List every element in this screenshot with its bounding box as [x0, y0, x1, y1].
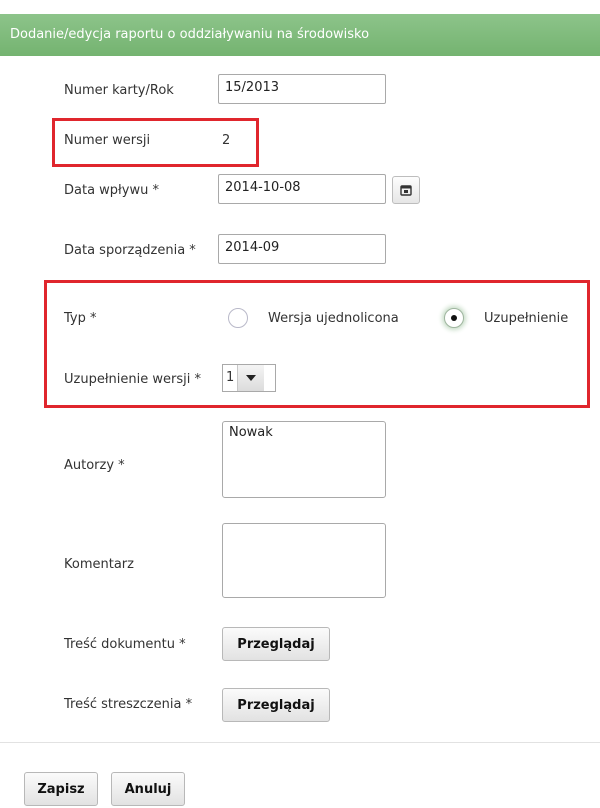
- radio-unified-version[interactable]: [228, 308, 248, 328]
- receipt-date-label: Data wpływu *: [64, 183, 159, 198]
- browse-summary-button[interactable]: Przeglądaj: [222, 688, 330, 722]
- dialog-title: Dodanie/edycja raportu o oddziaływaniu n…: [10, 27, 370, 42]
- cancel-button[interactable]: Anuluj: [111, 772, 185, 806]
- save-button[interactable]: Zapisz: [24, 772, 98, 806]
- radio-supplement[interactable]: [444, 308, 464, 328]
- receipt-date-input[interactable]: 2014-10-08: [218, 174, 386, 204]
- authors-label: Autorzy *: [64, 458, 125, 473]
- prepared-date-label: Data sporządzenia *: [64, 243, 196, 258]
- card-number-label: Numer karty/Rok: [64, 83, 174, 98]
- footer-divider: [0, 742, 600, 743]
- radio-unified-version-label[interactable]: Wersja ujednolicona: [268, 311, 399, 326]
- chevron-down-icon[interactable]: [237, 365, 265, 391]
- type-highlight-box: [44, 280, 590, 408]
- supplement-version-label: Uzupełnienie wersji *: [64, 372, 201, 387]
- radio-supplement-label[interactable]: Uzupełnienie: [484, 311, 568, 326]
- version-label: Numer wersji: [64, 133, 151, 148]
- summary-content-label: Treść streszczenia *: [64, 697, 193, 712]
- dialog-title-bar: Dodanie/edycja raportu o oddziaływaniu n…: [0, 14, 600, 56]
- comment-textarea[interactable]: [222, 523, 386, 598]
- type-label: Typ *: [64, 311, 97, 326]
- comment-label: Komentarz: [64, 557, 134, 572]
- calendar-icon: [400, 181, 412, 200]
- doc-content-label: Treść dokumentu *: [64, 637, 186, 652]
- supplement-version-select[interactable]: 1: [222, 364, 276, 392]
- browse-document-button[interactable]: Przeglądaj: [222, 627, 330, 661]
- supplement-version-value: 1: [226, 370, 235, 385]
- version-value: 2: [222, 133, 231, 148]
- radio-selected-dot: [451, 315, 457, 321]
- card-number-input[interactable]: 15/2013: [218, 74, 386, 104]
- prepared-date-input[interactable]: 2014-09: [218, 234, 386, 264]
- authors-textarea[interactable]: Nowak: [222, 421, 386, 498]
- calendar-button[interactable]: [392, 176, 420, 204]
